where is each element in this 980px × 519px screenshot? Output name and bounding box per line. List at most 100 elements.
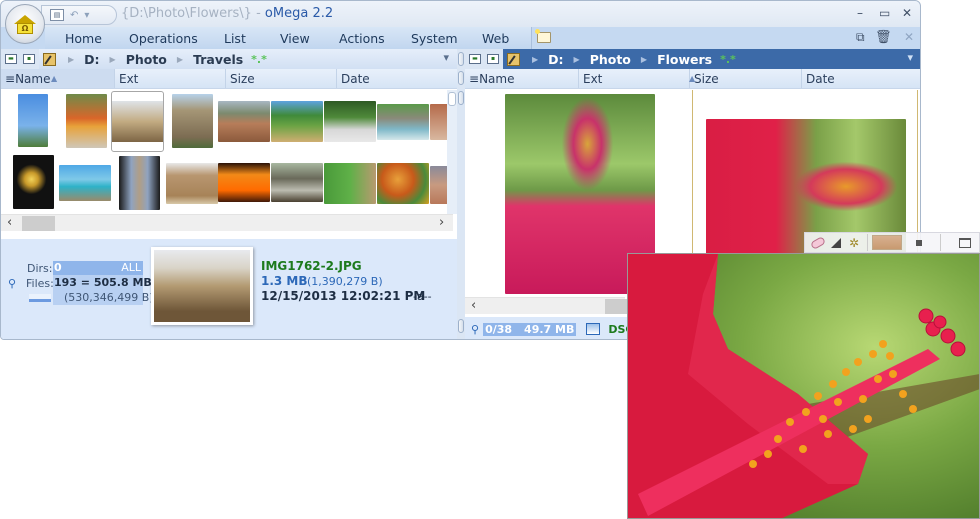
- thumbnail[interactable]: [271, 101, 323, 142]
- thumbnail[interactable]: [66, 94, 107, 148]
- path-arrow-icon: ▶: [109, 54, 116, 64]
- panel-splitter[interactable]: [457, 49, 465, 339]
- minimize-button[interactable]: –: [857, 6, 863, 20]
- quick-access-toolbar: ▤ ↶ ▾: [41, 5, 117, 25]
- stop-icon[interactable]: [916, 239, 923, 246]
- color-swatch[interactable]: [872, 235, 903, 250]
- left-path-bar: ▬ ▪ ▶ D: ▶ Photo ▶ Travels *.* ▾: [1, 49, 457, 69]
- computer-icon[interactable]: ▬: [469, 54, 481, 64]
- image-preview-window[interactable]: [627, 253, 980, 519]
- app-name: oMega 2.2: [264, 6, 334, 21]
- window-icon[interactable]: [959, 237, 972, 248]
- scroll-right-icon[interactable]: ›: [439, 215, 444, 231]
- quick-access-dropdown-icon[interactable]: ▾: [84, 10, 89, 21]
- image-view-icon[interactable]: [586, 323, 601, 335]
- selected-file-datetime: 12/15/2013 12:02:21 PM: [261, 289, 426, 303]
- breadcrumb-travels[interactable]: Travels: [193, 52, 243, 67]
- breadcrumb-photo[interactable]: Photo: [590, 52, 631, 67]
- splitter-grip[interactable]: [458, 319, 464, 333]
- selection-size[interactable]: 49.7 MB: [514, 322, 577, 336]
- toolbar-divider: [940, 234, 942, 251]
- drive-list-icon[interactable]: ▪: [23, 54, 35, 64]
- column-ext[interactable]: Ext: [115, 69, 226, 88]
- splitter-grip[interactable]: [458, 91, 464, 105]
- thumbnail[interactable]: [18, 94, 48, 147]
- maximize-button[interactable]: ▭: [879, 6, 890, 20]
- splitter-grip[interactable]: [458, 71, 464, 85]
- link-panels-icon[interactable]: ⧉: [856, 30, 865, 45]
- scroll-left-icon[interactable]: ‹: [7, 215, 12, 231]
- thumbnail-selected-frame[interactable]: [692, 90, 918, 254]
- column-size[interactable]: Size: [226, 69, 337, 88]
- undo-icon[interactable]: ↶: [70, 10, 78, 21]
- left-path-tools: ▬ ▪: [1, 49, 39, 69]
- close-button[interactable]: ✕: [902, 6, 912, 20]
- column-name[interactable]: ≡Name: [465, 69, 579, 88]
- column-date[interactable]: Date: [337, 69, 453, 88]
- eraser-icon[interactable]: [809, 235, 827, 250]
- tab-actions[interactable]: Actions: [339, 31, 385, 46]
- left-horizontal-scrollbar[interactable]: ‹ ›: [1, 214, 453, 231]
- file-mask[interactable]: *.*: [251, 53, 267, 66]
- column-name[interactable]: ≡Name ▲: [1, 69, 115, 88]
- thumbnail[interactable]: [324, 163, 376, 204]
- filter-all[interactable]: ALL: [121, 261, 141, 274]
- thumbnail[interactable]: [377, 163, 429, 204]
- breadcrumb-drive[interactable]: D:: [548, 52, 563, 67]
- computer-icon[interactable]: ▬: [5, 54, 17, 64]
- search-icon[interactable]: ⚲: [8, 277, 16, 290]
- right-horizontal-scrollbar[interactable]: ‹: [465, 297, 627, 314]
- triangle-icon[interactable]: [831, 237, 841, 248]
- scroll-left-icon[interactable]: ‹: [471, 298, 476, 314]
- close-tab-icon[interactable]: ✕: [904, 30, 914, 44]
- path-dropdown-icon[interactable]: ▾: [907, 51, 913, 64]
- path-dropdown-icon[interactable]: ▾: [443, 51, 449, 64]
- column-ext[interactable]: Ext: [579, 69, 690, 88]
- selected-file-attributes: -a--: [413, 290, 432, 303]
- thumbnail[interactable]: [324, 101, 376, 142]
- search-icon[interactable]: ⚲: [471, 323, 479, 336]
- splitter-grip[interactable]: [458, 52, 464, 66]
- toolbar-divider: [867, 234, 869, 251]
- thumbnail[interactable]: [218, 101, 270, 142]
- home-omega-icon: Ω: [14, 15, 36, 34]
- thumbnail[interactable]: [172, 94, 213, 148]
- ribbon-tabs: Home Operations List View Actions System…: [45, 27, 531, 49]
- tab-view[interactable]: View: [280, 31, 310, 46]
- ribbon-separator: [531, 27, 532, 49]
- file-mask[interactable]: *.*: [720, 53, 736, 66]
- breadcrumb-drive[interactable]: D:: [84, 52, 99, 67]
- tab-web[interactable]: Web: [482, 31, 509, 46]
- thumbnail[interactable]: [218, 163, 270, 202]
- edit-path-icon[interactable]: [507, 52, 520, 66]
- breadcrumb-photo[interactable]: Photo: [126, 52, 167, 67]
- drive-list-icon[interactable]: ▪: [487, 54, 499, 64]
- layout-icon[interactable]: ▤: [50, 9, 64, 21]
- left-vertical-scrollbar[interactable]: [447, 90, 457, 214]
- thumbnail[interactable]: [119, 156, 160, 210]
- selected-file-size: 1.3 MB: [261, 274, 308, 288]
- column-date[interactable]: Date: [802, 69, 917, 88]
- tab-system[interactable]: System: [411, 31, 458, 46]
- edit-path-icon[interactable]: [43, 52, 56, 66]
- recycle-bin-icon[interactable]: 🗑: [875, 30, 892, 45]
- selected-file-preview[interactable]: [151, 247, 253, 325]
- column-size[interactable]: Size ▲: [689, 69, 802, 88]
- selection-count[interactable]: 0/38: [483, 322, 515, 336]
- tools-icon[interactable]: ✲: [849, 236, 859, 250]
- breadcrumb-flowers[interactable]: Flowers: [657, 52, 712, 67]
- tab-operations[interactable]: Operations: [129, 31, 198, 46]
- thumbnail[interactable]: [13, 155, 54, 209]
- thumbnail[interactable]: [271, 163, 323, 202]
- thumbnail[interactable]: [166, 163, 218, 204]
- thumbnail[interactable]: [377, 104, 429, 140]
- tab-home[interactable]: Home: [65, 31, 102, 46]
- tab-list[interactable]: List: [224, 31, 246, 46]
- scrollbar-thumb[interactable]: [605, 299, 627, 314]
- thumbnail-selected[interactable]: [111, 91, 164, 152]
- scrollbar-thumb[interactable]: [22, 216, 55, 231]
- dirs-value[interactable]: 0 ALL: [53, 261, 143, 275]
- application-menu-button[interactable]: Ω: [5, 4, 45, 44]
- thumbnail[interactable]: [59, 165, 111, 201]
- new-folder-icon[interactable]: [535, 29, 551, 43]
